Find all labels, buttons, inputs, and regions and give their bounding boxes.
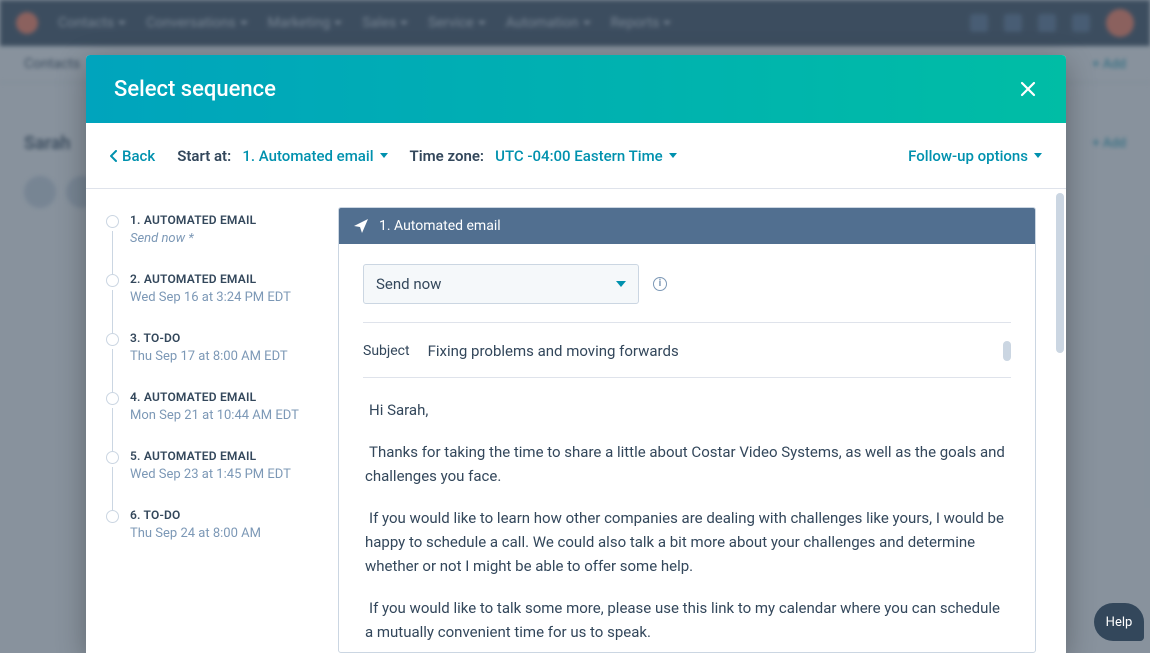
timezone-label: Time zone:: [410, 147, 484, 165]
divider: [363, 377, 1011, 378]
step-dot-icon: [106, 510, 119, 523]
body-paragraph: Thanks for taking the time to share a li…: [365, 440, 1009, 488]
modal-subbar: Back Start at: 1. Automated email Time z…: [86, 123, 1066, 189]
subject-label: Subject: [363, 343, 410, 359]
paper-plane-icon: [353, 218, 369, 234]
sequence-step[interactable]: 3. TO-DO Thu Sep 17 at 8:00 AM EDT: [106, 331, 308, 390]
scrollbar-thumb[interactable]: [1056, 193, 1064, 353]
step-meta: Thu Sep 24 at 8:00 AM: [130, 526, 308, 541]
body-paragraph: If you would like to learn how other com…: [365, 506, 1009, 578]
step-meta: Mon Sep 21 at 10:44 AM EDT: [130, 408, 308, 423]
step-title: 1. AUTOMATED EMAIL: [130, 213, 308, 227]
subject-input[interactable]: Fixing problems and moving forwards: [428, 342, 985, 360]
step-dot-icon: [106, 215, 119, 228]
sequence-step[interactable]: 1. AUTOMATED EMAIL Send now *: [106, 213, 308, 272]
caret-down-icon: [1034, 153, 1042, 158]
step-meta: Wed Sep 23 at 1:45 PM EDT: [130, 467, 308, 482]
followup-options-dropdown[interactable]: Follow-up options: [908, 147, 1042, 165]
divider: [363, 322, 1011, 323]
body-paragraph: If you would like to talk some more, ple…: [365, 596, 1009, 644]
modal-body: 1. AUTOMATED EMAIL Send now * 2. AUTOMAT…: [86, 189, 1066, 653]
sequence-step[interactable]: 5. AUTOMATED EMAIL Wed Sep 23 at 1:45 PM…: [106, 449, 308, 508]
step-dot-icon: [106, 274, 119, 287]
modal-title: Select sequence: [114, 77, 276, 102]
step-title: 6. TO-DO: [130, 508, 308, 522]
caret-down-icon: [616, 281, 626, 287]
editor-header-title: 1. Automated email: [379, 218, 501, 234]
sequence-step[interactable]: 6. TO-DO Thu Sep 24 at 8:00 AM: [106, 508, 308, 567]
email-editor-card: 1. Automated email Send now i Subject Fi…: [338, 207, 1036, 653]
info-icon[interactable]: i: [653, 277, 667, 291]
start-at-dropdown[interactable]: 1. Automated email: [242, 147, 387, 165]
scrollbar-thumb[interactable]: [1003, 341, 1011, 361]
start-at-label: Start at:: [177, 147, 231, 165]
scrollbar-track[interactable]: [1054, 189, 1066, 653]
email-body-editor[interactable]: Hi Sarah, Thanks for taking the time to …: [363, 392, 1011, 644]
send-time-select[interactable]: Send now: [363, 264, 639, 304]
step-dot-icon: [106, 451, 119, 464]
sequence-steps-list: 1. AUTOMATED EMAIL Send now * 2. AUTOMAT…: [86, 189, 320, 653]
close-icon[interactable]: [1018, 79, 1038, 99]
step-title: 5. AUTOMATED EMAIL: [130, 449, 308, 463]
step-title: 3. TO-DO: [130, 331, 308, 345]
timezone-dropdown[interactable]: UTC -04:00 Eastern Time: [495, 147, 677, 165]
step-meta: Thu Sep 17 at 8:00 AM EDT: [130, 349, 308, 364]
sequence-step[interactable]: 4. AUTOMATED EMAIL Mon Sep 21 at 10:44 A…: [106, 390, 308, 449]
step-dot-icon: [106, 392, 119, 405]
back-button[interactable]: Back: [110, 147, 155, 165]
caret-down-icon: [669, 153, 677, 158]
body-greeting: Hi Sarah,: [365, 398, 1009, 422]
subject-row: Subject Fixing problems and moving forwa…: [363, 337, 1011, 377]
sequence-step[interactable]: 2. AUTOMATED EMAIL Wed Sep 16 at 3:24 PM…: [106, 272, 308, 331]
step-title: 2. AUTOMATED EMAIL: [130, 272, 308, 286]
step-title: 4. AUTOMATED EMAIL: [130, 390, 308, 404]
caret-down-icon: [380, 153, 388, 158]
editor-card-header: 1. Automated email: [339, 208, 1035, 244]
select-sequence-modal: Select sequence Back Start at: 1. Automa…: [86, 55, 1066, 653]
help-button[interactable]: Help: [1094, 603, 1144, 641]
email-editor-pane: 1. Automated email Send now i Subject Fi…: [320, 189, 1066, 653]
step-dot-icon: [106, 333, 119, 346]
chevron-left-icon: [110, 150, 118, 162]
step-meta: Wed Sep 16 at 3:24 PM EDT: [130, 290, 308, 305]
modal-header: Select sequence: [86, 55, 1066, 123]
step-meta: Send now *: [130, 231, 308, 246]
